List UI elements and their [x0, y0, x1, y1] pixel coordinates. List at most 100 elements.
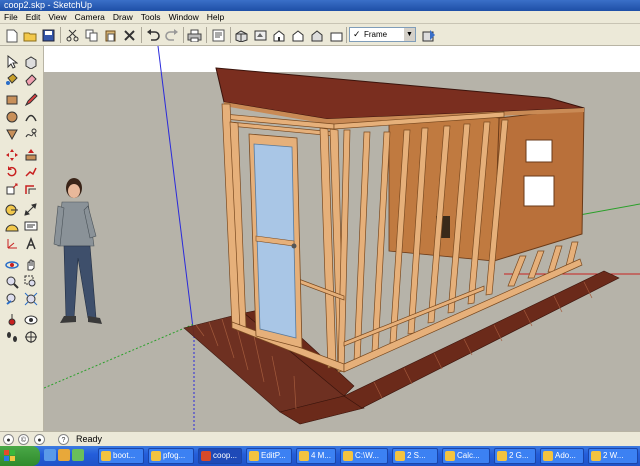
toolbar-separator [230, 27, 231, 43]
previous-view-icon[interactable] [3, 290, 20, 307]
3d-text-icon[interactable] [22, 235, 39, 252]
status-text: Ready [76, 434, 103, 444]
windows-taskbar: boot... pfog... coop... EditP... 4 M... … [0, 446, 640, 466]
task-item[interactable]: pfog... [148, 448, 194, 464]
scale-icon[interactable] [3, 180, 20, 197]
top-view-icon[interactable] [252, 27, 269, 44]
quicklaunch-ie-icon[interactable] [44, 449, 56, 461]
scenes-dropdown[interactable]: ✓ Frame ▼ [349, 27, 416, 42]
polygon-icon[interactable] [3, 125, 20, 142]
cut-icon[interactable] [64, 27, 81, 44]
task-item[interactable]: 4 M... [296, 448, 336, 464]
follow-me-icon[interactable] [22, 163, 39, 180]
scene-selected-value: Frame [364, 30, 388, 39]
scene-update-icon[interactable] [420, 27, 437, 44]
orbit-icon[interactable] [3, 256, 20, 273]
open-folder-icon[interactable] [22, 27, 39, 44]
toolbar-separator [346, 27, 347, 43]
menu-camera[interactable]: Camera [71, 11, 109, 23]
title-bar: coop2.skp - SketchUp [0, 0, 640, 11]
arc-icon[interactable] [22, 108, 39, 125]
right-view-icon[interactable] [290, 27, 307, 44]
zoom-window-icon[interactable] [22, 273, 39, 290]
toolbar-separator [183, 27, 184, 43]
toolbar-separator [60, 27, 61, 43]
make-component-icon[interactable] [22, 53, 39, 70]
print-icon[interactable] [186, 27, 203, 44]
circle-icon[interactable] [3, 108, 20, 125]
large-tool-set [0, 46, 44, 431]
task-item[interactable]: boot... [98, 448, 144, 464]
move-icon[interactable] [3, 146, 20, 163]
help-icon[interactable]: ? [58, 434, 69, 445]
menu-window[interactable]: Window [165, 11, 203, 23]
select-arrow-icon[interactable] [3, 53, 20, 70]
user-icon[interactable]: ● [34, 434, 45, 445]
rotate-icon[interactable] [3, 163, 20, 180]
new-file-icon[interactable] [3, 27, 20, 44]
quicklaunch-desktop-icon[interactable] [72, 449, 84, 461]
task-item[interactable]: C:\W... [340, 448, 388, 464]
task-item[interactable]: Ado... [540, 448, 584, 464]
offset-icon[interactable] [22, 180, 39, 197]
erase-icon[interactable] [121, 27, 138, 44]
start-button[interactable] [0, 446, 40, 466]
task-item[interactable]: 2 W... [588, 448, 638, 464]
rectangle-icon[interactable] [3, 91, 20, 108]
tape-measure-icon[interactable] [3, 201, 20, 218]
model-viewport[interactable] [44, 46, 640, 431]
front-view-icon[interactable] [271, 27, 288, 44]
zoom-extents-icon[interactable] [22, 290, 39, 307]
menu-draw[interactable]: Draw [109, 11, 137, 23]
menu-view[interactable]: View [44, 11, 70, 23]
model-info-icon[interactable] [210, 27, 227, 44]
chevron-down-icon[interactable]: ▼ [404, 28, 415, 41]
window-title: coop2.skp - SketchUp [4, 0, 93, 10]
window-upper [525, 139, 553, 163]
toolbar-separator [206, 27, 207, 43]
toolbar-separator [141, 27, 142, 43]
menu-edit[interactable]: Edit [22, 11, 45, 23]
undo-icon[interactable] [144, 27, 161, 44]
eraser-icon[interactable] [22, 70, 39, 87]
save-icon[interactable] [40, 27, 57, 44]
zoom-icon[interactable] [3, 273, 20, 290]
quicklaunch-folder-icon[interactable] [58, 449, 70, 461]
section-plane-icon[interactable] [22, 328, 39, 345]
menu-help[interactable]: Help [203, 11, 228, 23]
checkmark-icon: ✓ [353, 29, 361, 39]
credits-icon[interactable]: © [18, 434, 29, 445]
menu-bar: File Edit View Camera Draw Tools Window … [0, 11, 640, 24]
paste-icon[interactable] [102, 27, 119, 44]
line-pencil-icon[interactable] [22, 91, 39, 108]
redo-icon[interactable] [163, 27, 180, 44]
task-item[interactable]: EditP... [246, 448, 292, 464]
geo-location-icon[interactable]: ● [3, 434, 14, 445]
sky [44, 46, 640, 72]
door [248, 133, 303, 349]
back-view-icon[interactable] [309, 27, 326, 44]
freehand-icon[interactable] [22, 125, 39, 142]
look-around-icon[interactable] [22, 311, 39, 328]
position-camera-icon[interactable] [3, 311, 20, 328]
task-item-active[interactable]: coop... [198, 448, 242, 464]
axes-icon[interactable] [3, 235, 20, 252]
task-item[interactable]: Calc... [442, 448, 490, 464]
task-item[interactable]: 2 S... [392, 448, 438, 464]
walk-footprints-icon[interactable] [3, 328, 20, 345]
pan-hand-icon[interactable] [22, 256, 39, 273]
protractor-icon[interactable] [3, 218, 20, 235]
paint-bucket-icon[interactable] [3, 70, 20, 87]
standard-toolbar [0, 24, 640, 46]
menu-file[interactable]: File [0, 11, 22, 23]
menu-tools[interactable]: Tools [137, 11, 165, 23]
left-view-icon[interactable] [328, 27, 345, 44]
task-item[interactable]: 2 G... [494, 448, 536, 464]
copy-icon[interactable] [83, 27, 100, 44]
dimension-icon[interactable] [22, 201, 39, 218]
door-handle [291, 243, 297, 249]
window-lower [523, 175, 555, 207]
text-icon[interactable] [22, 218, 39, 235]
push-pull-icon[interactable] [22, 146, 39, 163]
iso-view-icon[interactable] [233, 27, 250, 44]
